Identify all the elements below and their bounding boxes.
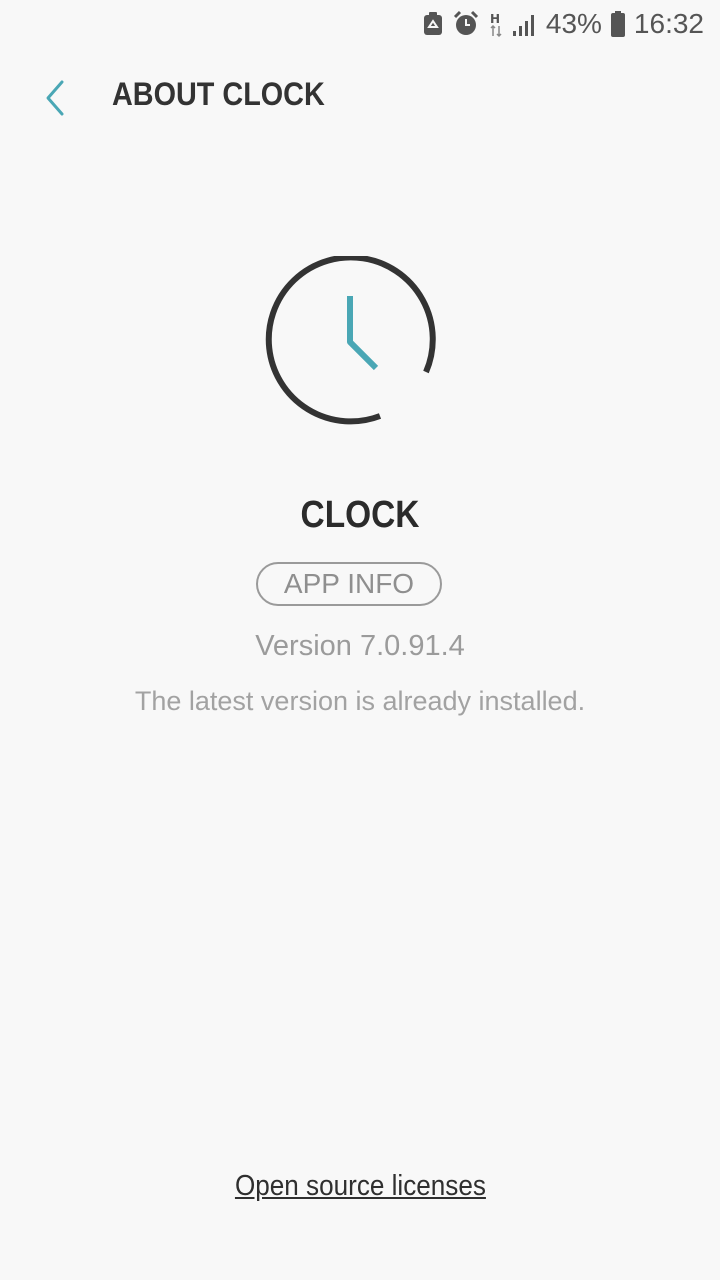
status-icons: H 43% 16:32 xyxy=(422,6,704,42)
chevron-left-icon xyxy=(46,80,64,116)
clock-time: 16:32 xyxy=(633,8,704,39)
update-status-text: The latest version is already installed. xyxy=(134,686,586,716)
network-h-icon: H xyxy=(488,10,504,38)
licenses-container: Open source licenses xyxy=(0,1170,720,1203)
battery-icon xyxy=(610,10,626,38)
svg-text:H: H xyxy=(490,12,500,26)
status-bar: H 43% 16:32 xyxy=(0,0,720,50)
clock-icon xyxy=(260,254,440,436)
recycle-notification-icon xyxy=(422,11,444,37)
version-text: Version 7.0.91.4 xyxy=(255,630,465,662)
app-name: CLOCK xyxy=(300,494,420,536)
page-title: ABOUT CLOCK xyxy=(112,76,325,112)
alarm-icon xyxy=(452,10,480,38)
back-button[interactable] xyxy=(28,72,80,124)
signal-icon xyxy=(512,11,538,37)
open-source-licenses-link[interactable]: Open source licenses xyxy=(235,1170,486,1203)
battery-percent: 43% xyxy=(545,8,602,39)
app-bar: ABOUT CLOCK xyxy=(0,62,720,134)
app-info-button[interactable]: APP INFO xyxy=(256,562,442,606)
